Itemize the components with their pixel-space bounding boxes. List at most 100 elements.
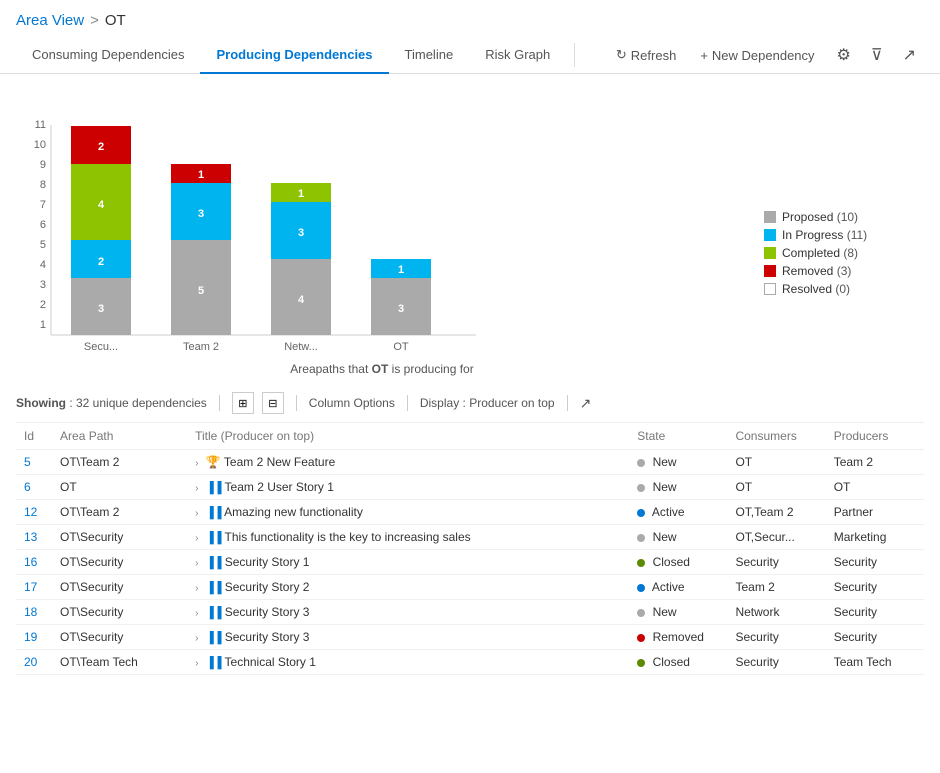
cell-consumers: OT <box>727 475 825 500</box>
cell-area: OT <box>52 475 187 500</box>
cell-producers: Team 2 <box>826 450 924 475</box>
cell-producers: Security <box>826 625 924 650</box>
expand-chevron[interactable]: › <box>195 458 198 469</box>
legend-proposed: Proposed (10) <box>764 210 924 224</box>
cell-id: 18 <box>16 600 52 625</box>
svg-text:3: 3 <box>40 279 46 291</box>
legend-proposed-color <box>764 211 776 223</box>
id-link[interactable]: 6 <box>24 480 31 494</box>
cell-id: 19 <box>16 625 52 650</box>
id-link[interactable]: 13 <box>24 530 37 544</box>
display-button[interactable]: Display : Producer on top <box>420 396 555 410</box>
title-text: Technical Story 1 <box>225 655 316 669</box>
cell-state: Active <box>629 575 727 600</box>
cell-state: New <box>629 450 727 475</box>
state-dot <box>637 459 645 467</box>
svg-text:5: 5 <box>40 239 46 251</box>
id-link[interactable]: 5 <box>24 455 31 469</box>
table-row: 20 OT\Team Tech › ▐▐ Technical Story 1 C… <box>16 650 924 675</box>
svg-text:3: 3 <box>298 227 304 239</box>
cell-producers: Partner <box>826 500 924 525</box>
col-header-title: Title (Producer on top) <box>187 423 629 450</box>
showing-divider-1 <box>219 395 220 411</box>
legend-resolved-color <box>764 283 776 295</box>
showing-divider-2 <box>296 395 297 411</box>
cell-title: › ▐▐ This functionality is the key to in… <box>187 525 629 550</box>
expand-all-button[interactable]: ⊞ <box>232 392 254 414</box>
col-header-producers: Producers <box>826 423 924 450</box>
id-link[interactable]: 20 <box>24 655 37 669</box>
cell-id: 12 <box>16 500 52 525</box>
id-link[interactable]: 17 <box>24 580 37 594</box>
tab-producing-dependencies[interactable]: Producing Dependencies <box>200 37 388 74</box>
svg-text:3: 3 <box>98 303 104 315</box>
cell-producers: Security <box>826 575 924 600</box>
col-header-consumers: Consumers <box>727 423 825 450</box>
cell-title: › ▐▐ Security Story 2 <box>187 575 629 600</box>
expand-chevron[interactable]: › <box>195 508 198 519</box>
state-dot <box>637 559 645 567</box>
id-link[interactable]: 16 <box>24 555 37 569</box>
cell-id: 5 <box>16 450 52 475</box>
settings-button[interactable]: ⚙ <box>829 39 859 71</box>
svg-text:8: 8 <box>40 179 46 191</box>
expand-button[interactable]: ↗ <box>895 39 924 71</box>
refresh-icon: ↻ <box>616 47 627 63</box>
svg-text:2: 2 <box>98 256 104 268</box>
expand-chevron[interactable]: › <box>195 483 198 494</box>
tab-consuming-dependencies[interactable]: Consuming Dependencies <box>16 37 200 74</box>
state-text: Closed <box>653 655 690 669</box>
cell-area: OT\Security <box>52 625 187 650</box>
tab-risk-graph[interactable]: Risk Graph <box>469 37 566 74</box>
breadcrumb-area-link[interactable]: Area View <box>16 12 84 29</box>
state-text: Closed <box>653 555 690 569</box>
expand-chevron[interactable]: › <box>195 533 198 544</box>
expand-chevron[interactable]: › <box>195 583 198 594</box>
new-dependency-button[interactable]: + New Dependency <box>690 42 824 69</box>
column-options-button[interactable]: Column Options <box>309 396 395 410</box>
cell-title: › ▐▐ Technical Story 1 <box>187 650 629 675</box>
refresh-button[interactable]: ↻ Refresh <box>606 41 686 69</box>
table-row: 5 OT\Team 2 › 🏆 Team 2 New Feature New O… <box>16 450 924 475</box>
id-link[interactable]: 12 <box>24 505 37 519</box>
tab-timeline[interactable]: Timeline <box>389 37 470 74</box>
table-row: 17 OT\Security › ▐▐ Security Story 2 Act… <box>16 575 924 600</box>
state-dot <box>637 509 645 517</box>
breadcrumb-separator: > <box>90 12 99 29</box>
legend-completed: Completed (8) <box>764 246 924 260</box>
cell-state: Active <box>629 500 727 525</box>
svg-text:4: 4 <box>40 259 46 271</box>
title-text: This functionality is the key to increas… <box>225 530 471 544</box>
fullscreen-button[interactable]: ↗ <box>580 395 592 412</box>
title-text: Security Story 2 <box>225 580 310 594</box>
cell-state: New <box>629 475 727 500</box>
cell-consumers: OT <box>727 450 825 475</box>
cell-producers: Team Tech <box>826 650 924 675</box>
legend-inprogress-color <box>764 229 776 241</box>
expand-chevron[interactable]: › <box>195 558 198 569</box>
id-link[interactable]: 18 <box>24 605 37 619</box>
expand-chevron[interactable]: › <box>195 633 198 644</box>
svg-text:6: 6 <box>40 219 46 231</box>
expand-chevron[interactable]: › <box>195 658 198 669</box>
state-text: New <box>653 455 677 469</box>
state-dot <box>637 534 645 542</box>
svg-text:5: 5 <box>198 285 204 297</box>
cell-id: 17 <box>16 575 52 600</box>
cell-consumers: Team 2 <box>727 575 825 600</box>
cell-area: OT\Team Tech <box>52 650 187 675</box>
cell-id: 6 <box>16 475 52 500</box>
svg-text:1: 1 <box>298 188 304 200</box>
svg-text:4: 4 <box>298 294 305 306</box>
expand-chevron[interactable]: › <box>195 608 198 619</box>
filter-button[interactable]: ⊽ <box>863 39 891 71</box>
collapse-all-button[interactable]: ⊟ <box>262 392 284 414</box>
id-link[interactable]: 19 <box>24 630 37 644</box>
svg-text:7: 7 <box>40 199 46 211</box>
title-text: Team 2 New Feature <box>224 455 335 469</box>
cell-producers: Security <box>826 550 924 575</box>
svg-text:3: 3 <box>198 208 204 220</box>
state-dot <box>637 634 645 642</box>
breadcrumb-current: OT <box>105 12 126 29</box>
cell-state: Closed <box>629 550 727 575</box>
